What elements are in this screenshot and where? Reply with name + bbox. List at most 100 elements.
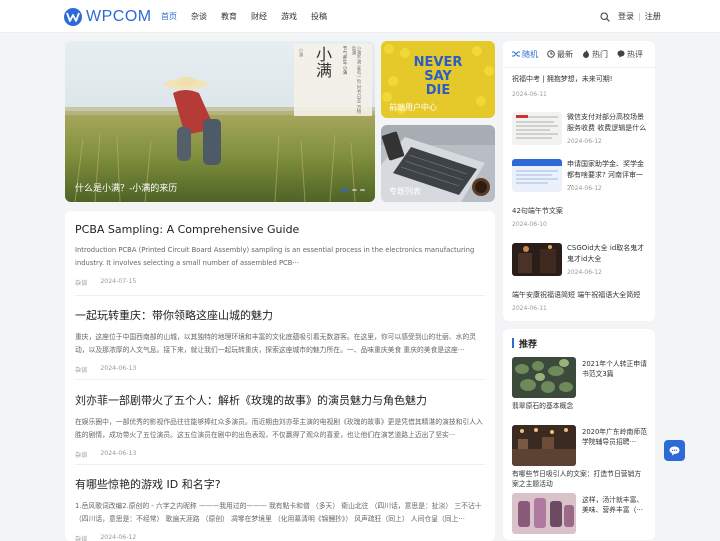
auth-separator: | xyxy=(638,12,641,21)
site-logo[interactable]: WPCOM xyxy=(64,7,152,26)
nav-item-games[interactable]: 游戏 xyxy=(281,0,297,33)
tab-label: 最新 xyxy=(557,49,573,59)
poster-verse-line: 麦有一险 xyxy=(356,65,361,84)
post-divider xyxy=(75,464,485,465)
main-nav: 首页 杂谈 教育 财经 游戏 投稿 xyxy=(161,0,341,33)
promo-label[interactable]: 专题列表 xyxy=(389,186,421,197)
post-title[interactable]: PCBA Sampling: A Comprehensive Guide xyxy=(75,223,485,236)
post-excerpt: 在娱乐圈中，一部优秀的影视作品往往能够捧红众多演员。而近期由刘亦菲主演的电视剧《… xyxy=(75,418,483,439)
tab-hot-comments[interactable]: 热评 xyxy=(617,49,643,60)
recommend-caption[interactable]: 翡翠原石的基本概念 xyxy=(512,401,647,411)
recommend-title[interactable]: 2020年广东岭南师范学院辅导员招聘··· xyxy=(582,427,647,447)
poster-verse-line: 时节已至 xyxy=(356,84,361,103)
recommend-image[interactable] xyxy=(512,357,576,398)
sidebar-post-title[interactable]: CSGOid大全 id取名鬼才鬼才id大全 xyxy=(567,243,647,265)
slider-dot[interactable] xyxy=(360,189,365,191)
clock-icon xyxy=(547,50,555,58)
chat-icon xyxy=(669,446,680,456)
recommend-title[interactable]: 这样，汤汁就丰富、美味、营养丰富（··· xyxy=(582,495,647,515)
chat-button[interactable] xyxy=(664,440,685,461)
slide-title[interactable]: 什么是小满？-小满的来历 xyxy=(75,181,177,194)
sidebar-post-tabs: 随机 最新 热门 热评 祝福中考 | 拥抱梦想，未来可期! 2024-06-11… xyxy=(503,41,655,321)
slide-poster: 小满 节气养生·小满 小满 小满不满 麦有一险 时节已至 万物盈满 xyxy=(294,44,372,116)
post-excerpt: 重庆，这座位于中国西南部的山城，以其独特的地理环境和丰富的文化底蕴吸引着无数游客… xyxy=(75,333,477,354)
sidebar-post-date: 2024-06-10 xyxy=(512,221,547,228)
sidebar-post[interactable]: 申请国家助学金、奖学金都有啥要求? 河南评审一··· 2024-06-12 xyxy=(512,158,647,194)
artwork-word: DIE xyxy=(425,83,451,98)
post-meta: 杂谈 2024-06-13 xyxy=(75,365,485,374)
promo-label[interactable]: 前端用户中心 xyxy=(389,102,437,113)
tab-hot[interactable]: 热门 xyxy=(582,49,608,60)
post-item[interactable]: 一起玩转重庆：带你领略这座山城的魅力 重庆，这座位于中国西南部的山城，以其独特的… xyxy=(75,307,485,374)
sidebar-post-thumb[interactable] xyxy=(512,112,562,145)
post-item[interactable]: PCBA Sampling: A Comprehensive Guide Int… xyxy=(75,223,485,287)
post-excerpt: 1.岳风歌词改编2.原创的 - 六字之内昵称 ———我用过的——— 我有點卡和僧… xyxy=(75,502,482,523)
nav-item-submit[interactable]: 投稿 xyxy=(311,0,327,33)
recommend-image[interactable] xyxy=(512,425,576,466)
shuffle-icon xyxy=(512,51,520,57)
post-excerpt: Introduction PCBA (Printed Circuit Board… xyxy=(75,246,475,267)
post-divider xyxy=(75,379,485,380)
sidebar-post-date: 2024-06-12 xyxy=(567,138,602,145)
post-item[interactable]: 刘亦菲一部剧带火了五个人：解析《玫瑰的故事》的演员魅力与角色魅力 在娱乐圈中，一… xyxy=(75,392,485,459)
slider-dot[interactable] xyxy=(340,189,349,191)
search-icon[interactable] xyxy=(600,12,610,22)
tab-latest[interactable]: 最新 xyxy=(547,49,573,60)
recommend-item[interactable]: 2021年个人转正申请书范文3篇 翡翠原石的基本概念 xyxy=(512,357,647,415)
sidebar-post-title[interactable]: 微信支付对部分高校场景服务收费 收费逻辑是什么 xyxy=(567,112,647,134)
register-link[interactable]: 注册 xyxy=(645,0,661,33)
post-title[interactable]: 刘亦菲一部剧带火了五个人：解析《玫瑰的故事》的演员魅力与角色魅力 xyxy=(75,392,485,408)
sidebar-post-title[interactable]: 42句端午节文案 xyxy=(512,206,647,217)
sidebar-post[interactable]: 微信支付对部分高校场景服务收费 收费逻辑是什么 2024-06-12 xyxy=(512,111,647,147)
sidebar-post-title[interactable]: 祝福中考 | 拥抱梦想，未来可期! xyxy=(512,74,647,85)
recommend-caption[interactable]: 有哪些节日吸引人的文案：打造节日营销方案之主题活动 xyxy=(512,469,647,489)
post-item[interactable]: 有哪些惊艳的游戏 ID 和名字? 1.岳风歌词改编2.原创的 - 六字之内昵称 … xyxy=(75,476,485,541)
post-date: 2024-06-13 xyxy=(100,365,137,372)
sidebar-tabs: 随机 最新 热门 热评 xyxy=(503,41,655,68)
sidebar-post[interactable]: 端午安康祝福语简短 端午祝福语大全简短 2024-06-11 xyxy=(512,290,647,312)
heading-accent-bar xyxy=(512,338,514,348)
post-category[interactable]: 杂谈 xyxy=(75,278,87,287)
post-list: PCBA Sampling: A Comprehensive Guide Int… xyxy=(65,211,495,541)
nav-item-education[interactable]: 教育 xyxy=(221,0,237,33)
recommend-heading-text: 推荐 xyxy=(519,339,538,350)
hero-slider[interactable]: 小满 节气养生·小满 小满 小满不满 麦有一险 时节已至 万物盈满 什么是小满？… xyxy=(65,41,375,202)
recommend-image[interactable] xyxy=(512,493,576,534)
login-link[interactable]: 登录 xyxy=(618,0,634,33)
sidebar-post[interactable]: CSGOid大全 id取名鬼才鬼才id大全 2024-06-12 xyxy=(512,242,647,278)
sidebar-post-date: 2024-06-11 xyxy=(512,305,547,312)
recommend-item[interactable]: 2020年广东岭南师范学院辅导员招聘··· 有哪些节日吸引人的文案：打造节日营销… xyxy=(512,425,647,491)
recommend-title[interactable]: 2021年个人转正申请书范文3篇 xyxy=(582,359,647,379)
sidebar-post-date: 2024-06-12 xyxy=(567,185,602,192)
recommend-heading: 推荐 xyxy=(503,329,655,357)
promo-artwork-text: NEVER SAY DIE xyxy=(411,56,465,98)
post-title[interactable]: 一起玩转重庆：带你领略这座山城的魅力 xyxy=(75,307,485,323)
nav-item-finance[interactable]: 财经 xyxy=(251,0,267,33)
post-meta: 杂谈 2024-06-13 xyxy=(75,450,485,459)
sidebar-post-thumb[interactable] xyxy=(512,159,562,192)
poster-verse-line: 小满不满 xyxy=(356,46,361,64)
promo-topics[interactable]: 专题列表 xyxy=(381,125,495,202)
post-title[interactable]: 有哪些惊艳的游戏 ID 和名字? xyxy=(75,476,485,492)
sidebar-post[interactable]: 祝福中考 | 拥抱梦想，未来可期! 2024-06-11 xyxy=(512,74,647,98)
post-category[interactable]: 杂谈 xyxy=(75,450,87,459)
tab-label: 热门 xyxy=(592,49,608,59)
sidebar-recommend: 推荐 2021年个人转正申请书范文3篇 翡翠原石的基本概念 2020年广东岭南师… xyxy=(503,329,655,540)
nav-item-home[interactable]: 首页 xyxy=(161,0,177,33)
auth-links: 登录 | 注册 xyxy=(618,0,661,33)
artwork-word: NEVER xyxy=(413,55,463,70)
sidebar-post[interactable]: 42句端午节文案 2024-06-10 xyxy=(512,206,647,228)
slider-dot[interactable] xyxy=(352,189,357,191)
sidebar-post-title[interactable]: 端午安康祝福语简短 端午祝福语大全简短 xyxy=(512,290,647,301)
promo-user-center[interactable]: NEVER SAY DIE 前端用户中心 xyxy=(381,41,495,118)
poster-verse: 小满不满 麦有一险 时节已至 万物盈满 xyxy=(351,46,361,116)
logo-mark-icon xyxy=(64,7,82,26)
sidebar-post-thumb[interactable] xyxy=(512,243,562,276)
nav-item-misc[interactable]: 杂谈 xyxy=(191,0,207,33)
tab-random[interactable]: 随机 xyxy=(512,49,538,60)
post-divider xyxy=(75,295,485,296)
flame-icon xyxy=(583,50,589,58)
post-category[interactable]: 杂谈 xyxy=(75,365,87,374)
post-meta: 杂谈 2024-07-15 xyxy=(75,278,485,287)
recommend-item[interactable]: 这样，汤汁就丰富、美味、营养丰富（··· xyxy=(512,493,647,540)
